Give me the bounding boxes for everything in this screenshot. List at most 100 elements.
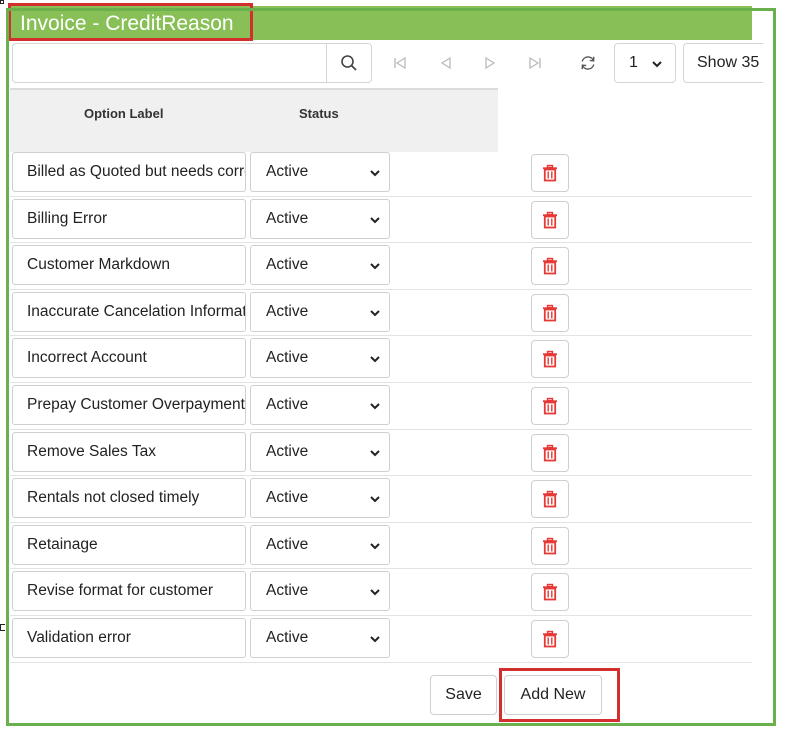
table-row: Retainage Active bbox=[10, 523, 752, 570]
trash-icon bbox=[543, 397, 557, 415]
option-label-text: Revise format for customer bbox=[27, 582, 214, 600]
option-label-input[interactable]: Revise format for customer bbox=[12, 571, 246, 612]
chevron-down-icon bbox=[370, 216, 380, 224]
last-page-button[interactable] bbox=[525, 53, 545, 73]
column-header-status: Status bbox=[299, 106, 339, 121]
status-select[interactable]: Active bbox=[250, 431, 390, 472]
status-value: Active bbox=[266, 535, 309, 553]
chevron-down-icon bbox=[370, 543, 380, 550]
status-select[interactable]: Active bbox=[250, 152, 390, 192]
option-label-text: Prepay Customer Overpayment bbox=[27, 395, 245, 413]
table-body: Billed as Quoted but needs correction Act… bbox=[10, 150, 752, 663]
status-select[interactable]: Active bbox=[250, 291, 390, 332]
option-label-text: Billing Error bbox=[27, 209, 108, 227]
delete-button[interactable] bbox=[531, 480, 569, 519]
status-value: Active bbox=[266, 442, 309, 460]
delete-button[interactable] bbox=[531, 573, 569, 612]
chevron-down-icon bbox=[370, 263, 380, 270]
chevron-down-icon bbox=[370, 589, 380, 596]
table-row: Billed as Quoted but needs correction Act… bbox=[10, 150, 752, 197]
save-button-label: Save bbox=[445, 686, 482, 703]
status-value: Active bbox=[266, 628, 309, 646]
option-label-input[interactable]: Prepay Customer Overpayment bbox=[12, 384, 246, 425]
edge-marker bbox=[0, 624, 5, 631]
status-value: Active bbox=[266, 163, 309, 180]
status-value: Active bbox=[266, 256, 309, 274]
trash-icon bbox=[543, 304, 557, 322]
option-label-input[interactable]: Incorrect Account bbox=[12, 338, 246, 379]
status-select[interactable]: Active bbox=[250, 524, 390, 565]
delete-button[interactable] bbox=[531, 386, 569, 425]
show-count-button[interactable]: Show 35 bbox=[683, 43, 763, 83]
chevron-down-icon bbox=[370, 170, 380, 177]
prev-page-icon bbox=[440, 56, 451, 70]
option-label-text: Inaccurate Cancelation Information bbox=[27, 302, 246, 320]
add-new-button[interactable]: Add New bbox=[504, 675, 602, 715]
status-value: Active bbox=[266, 209, 309, 227]
refresh-icon bbox=[581, 56, 595, 70]
search-input[interactable] bbox=[12, 43, 326, 83]
table-row: Remove Sales Tax Active bbox=[10, 430, 752, 477]
table-row: Customer Markdown Active bbox=[10, 243, 752, 290]
table-row: Billing Error Active bbox=[10, 197, 752, 244]
first-page-icon bbox=[394, 56, 406, 70]
option-label-text: Validation error bbox=[27, 628, 131, 646]
search-button[interactable] bbox=[326, 43, 372, 83]
page-number-select[interactable]: 1 bbox=[614, 43, 676, 83]
search-icon bbox=[341, 55, 357, 71]
save-button[interactable]: Save bbox=[430, 675, 497, 715]
option-label-text: Billed as Quoted but needs correction bbox=[27, 163, 245, 180]
prev-page-button[interactable] bbox=[436, 53, 456, 73]
option-label-input[interactable]: Retainage bbox=[12, 524, 246, 565]
option-label-text: Rentals not closed timely bbox=[27, 489, 200, 507]
table-row: Prepay Customer Overpayment Active bbox=[10, 383, 752, 430]
chevron-down-icon bbox=[370, 310, 380, 317]
status-value: Active bbox=[266, 302, 309, 320]
next-page-button[interactable] bbox=[480, 53, 500, 73]
delete-button[interactable] bbox=[531, 433, 569, 472]
corner-marker bbox=[0, 0, 4, 4]
column-header-option-label: Option Label bbox=[84, 106, 164, 121]
status-select[interactable]: Active bbox=[250, 478, 390, 519]
delete-button[interactable] bbox=[531, 200, 569, 239]
option-label-input[interactable]: Billing Error bbox=[12, 198, 246, 239]
trash-icon bbox=[543, 351, 557, 368]
delete-button[interactable] bbox=[531, 154, 569, 192]
status-select[interactable]: Active bbox=[250, 617, 390, 658]
option-label-input[interactable]: Rentals not closed timely bbox=[12, 478, 246, 519]
delete-button[interactable] bbox=[531, 619, 569, 658]
status-select[interactable]: Active bbox=[250, 338, 390, 379]
trash-icon bbox=[543, 490, 557, 508]
trash-icon bbox=[543, 630, 557, 648]
option-label-input[interactable]: Remove Sales Tax bbox=[12, 431, 246, 472]
status-value: Active bbox=[266, 582, 309, 600]
page-number-value: 1 bbox=[629, 54, 638, 71]
status-select[interactable]: Active bbox=[250, 198, 390, 239]
table-row: Rentals not closed timely Active bbox=[10, 476, 752, 523]
chevron-down-icon bbox=[370, 356, 380, 363]
option-label-text: Remove Sales Tax bbox=[27, 442, 156, 460]
table-row: Inaccurate Cancelation Information Active bbox=[10, 290, 752, 337]
status-select[interactable]: Active bbox=[250, 571, 390, 612]
delete-button[interactable] bbox=[531, 247, 569, 286]
option-label-text: Incorrect Account bbox=[27, 349, 147, 367]
trash-icon bbox=[543, 164, 557, 182]
status-value: Active bbox=[266, 489, 309, 507]
option-label-input[interactable]: Inaccurate Cancelation Information bbox=[12, 291, 246, 332]
toolbar: 1 Show 35 bbox=[10, 43, 763, 85]
option-label-text: Retainage bbox=[27, 535, 98, 553]
option-label-input[interactable]: Billed as Quoted but needs correction bbox=[12, 152, 246, 192]
status-select[interactable]: Active bbox=[250, 245, 390, 286]
trash-icon bbox=[543, 211, 557, 228]
trash-icon bbox=[543, 584, 557, 601]
delete-button[interactable] bbox=[531, 526, 569, 565]
status-select[interactable]: Active bbox=[250, 384, 390, 425]
show-count-label: Show 35 bbox=[697, 54, 760, 71]
first-page-button[interactable] bbox=[390, 53, 410, 73]
chevron-down-icon bbox=[370, 403, 380, 410]
delete-button[interactable] bbox=[531, 293, 569, 332]
refresh-button[interactable] bbox=[576, 51, 600, 75]
option-label-input[interactable]: Customer Markdown bbox=[12, 245, 246, 286]
option-label-input[interactable]: Validation error bbox=[12, 617, 246, 658]
delete-button[interactable] bbox=[531, 340, 569, 379]
